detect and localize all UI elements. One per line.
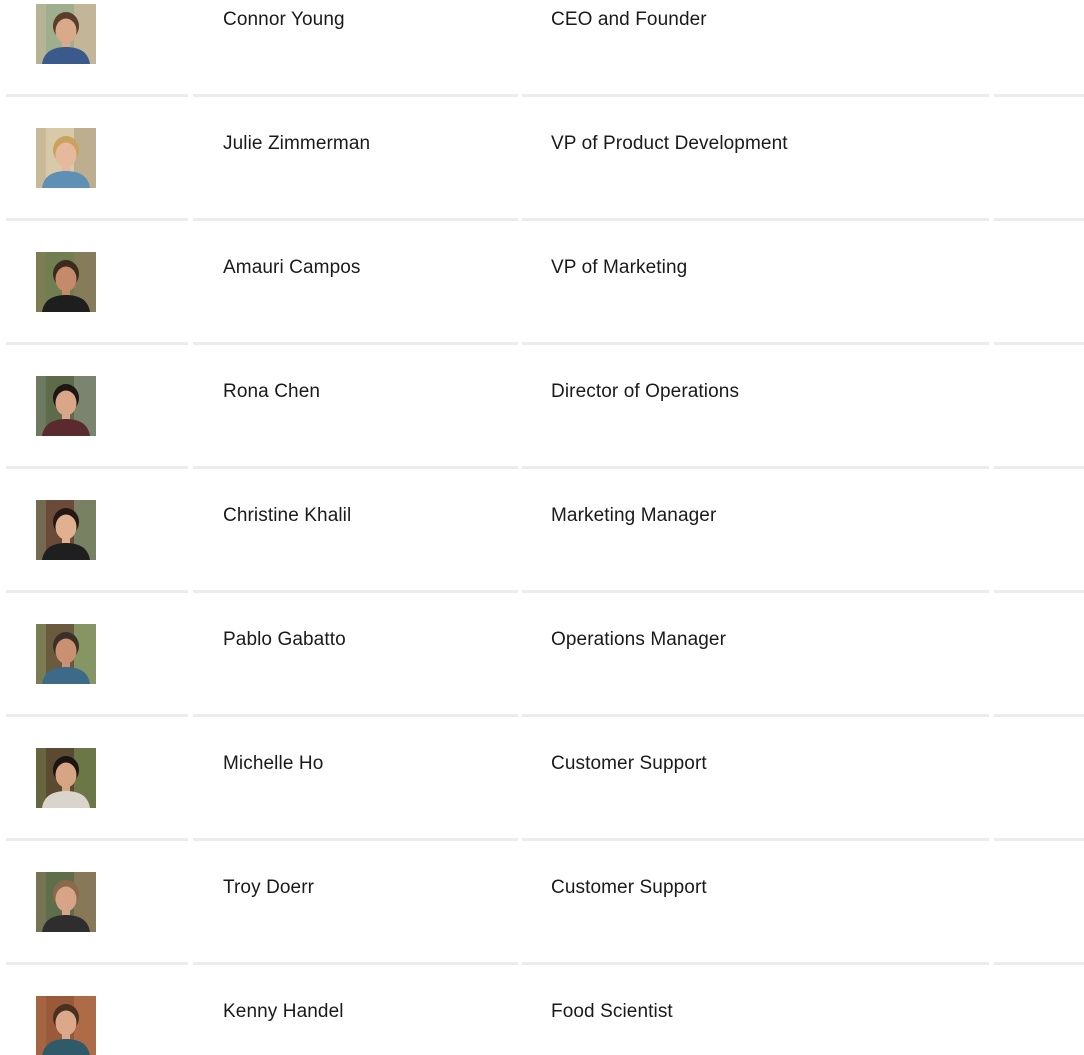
member-role: CEO and Founder [551,9,707,30]
member-role: VP of Marketing [551,257,688,278]
member-name: Amauri Campos [223,257,361,278]
member-name: Troy Doerr [223,877,315,898]
member-role: Director of Operations [551,381,740,402]
member-role: Operations Manager [551,629,727,650]
avatar-photo [36,872,96,932]
member-name: Michelle Ho [223,753,324,774]
team-member-row: Troy Doerr Customer Support [0,841,1084,965]
avatar-photo [36,996,96,1055]
team-list: Connor Young CEO and Founder Julie Zimmerm… [0,0,1084,1055]
team-member-row: Rona Chen Director of Operations [0,345,1084,469]
team-member-row: Pablo Gabatto Operations Manager [0,593,1084,717]
member-name: Kenny Handel [223,1001,344,1022]
member-name: Connor Young [223,9,345,30]
avatar-photo [36,252,96,312]
member-role: VP of Product Development [551,133,788,154]
member-name: Julie Zimmerman [223,133,371,154]
avatar-photo [36,128,96,188]
avatar-photo [36,624,96,684]
avatar-photo [36,376,96,436]
team-member-row: Julie Zimmerman VP of Product Development [0,97,1084,221]
member-role: Marketing Manager [551,505,717,526]
member-role: Food Scientist [551,1001,673,1022]
avatar-photo [36,500,96,560]
team-member-row: Amauri Campos VP of Marketing [0,221,1084,345]
avatar-photo [36,748,96,808]
member-role: Customer Support [551,753,707,774]
team-member-row: Christine Khalil Marketing Manager [0,469,1084,593]
member-name: Rona Chen [223,381,321,402]
team-member-row: Michelle Ho Customer Support [0,717,1084,841]
member-name: Pablo Gabatto [223,629,346,650]
member-name: Christine Khalil [223,505,352,526]
team-member-row: Connor Young CEO and Founder [0,0,1084,97]
team-member-row: Kenny Handel Food Scientist [0,965,1084,1055]
avatar-photo [36,4,96,64]
member-role: Customer Support [551,877,707,898]
